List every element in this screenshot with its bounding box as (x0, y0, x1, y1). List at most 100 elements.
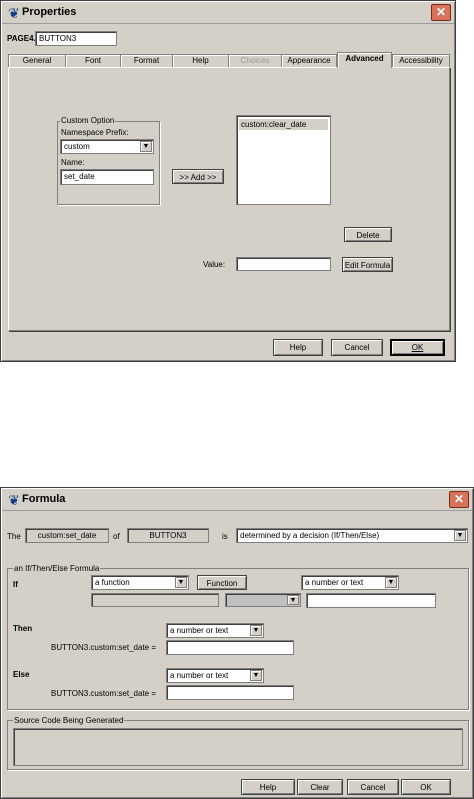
page-label: PAGE4. (7, 34, 36, 43)
is-label: is (222, 532, 228, 541)
tab-help-label: Help (192, 56, 209, 65)
namespace-prefix-label: Namespace Prefix: (61, 128, 129, 137)
if-select-left-value: a function (95, 578, 130, 587)
properties-titlebar[interactable]: ❦ Properties ✕ (2, 2, 454, 24)
edit-formula-button[interactable]: Edit Formula (342, 257, 393, 272)
chevron-down-icon[interactable]: ▼ (385, 577, 397, 588)
decision-select-value: determined by a decision (If/Then/Else) (240, 531, 380, 540)
chevron-down-icon[interactable]: ▼ (175, 577, 187, 588)
properties-cancel-label: Cancel (344, 343, 370, 352)
else-select[interactable]: a number or text ▼ (166, 668, 264, 683)
namespace-prefix-select[interactable]: custom ▼ (60, 139, 154, 154)
formula-title: Formula (22, 493, 66, 505)
value-label: Value: (203, 260, 226, 269)
if-then-else-caption: an If/Then/Else Formula (13, 564, 101, 573)
formula-ok-button[interactable]: OK (401, 779, 451, 795)
option-name-field: custom:set_date (25, 528, 109, 543)
if-select-left[interactable]: a function ▼ (91, 575, 189, 590)
tab-format[interactable]: Format (120, 54, 173, 67)
tab-general[interactable]: General (8, 54, 66, 67)
formula-item-name-value: BUTTON3 (149, 531, 187, 540)
then-select-value: a number or text (170, 626, 229, 635)
tab-format-label: Format (133, 56, 160, 65)
close-icon[interactable]: ✕ (431, 4, 451, 21)
list-item-label: custom:clear_date (241, 120, 307, 129)
value-input[interactable] (236, 257, 331, 271)
chevron-down-icon[interactable]: ▼ (454, 530, 466, 541)
chevron-down-icon[interactable]: ▼ (250, 625, 262, 636)
custom-options-list[interactable]: custom:clear_date (236, 115, 331, 205)
tab-appearance-label: Appearance (287, 56, 331, 65)
app-logo-icon: ❦ (8, 5, 20, 21)
tab-accessibility[interactable]: Accessibility (392, 54, 450, 67)
list-item[interactable]: custom:clear_date (239, 119, 328, 130)
properties-dialog: ❦ Properties ✕ PAGE4. BUTTON3 General Fo… (0, 0, 456, 362)
formula-cancel-button[interactable]: Cancel (347, 779, 399, 795)
formula-dialog: ❦ Formula ✕ The custom:set_date of BUTTO… (0, 487, 474, 799)
function-button-label: Function (206, 579, 238, 588)
app-logo-icon: ❦ (8, 492, 20, 508)
of-label: of (113, 532, 120, 541)
tab-accessibility-label: Accessibility (399, 56, 443, 65)
formula-help-button[interactable]: Help (241, 779, 295, 795)
name-input-value: set_date (64, 172, 95, 181)
edit-formula-button-label: Edit Formula (344, 261, 391, 270)
name-label: Name: (61, 158, 85, 167)
item-name-field[interactable]: BUTTON3 (35, 31, 117, 46)
properties-title: Properties (22, 6, 77, 18)
delete-button[interactable]: Delete (344, 227, 392, 242)
then-expression-label: BUTTON3.custom:set_date = (51, 643, 157, 652)
tab-general-label: General (22, 56, 52, 65)
properties-help-label: Help (289, 343, 307, 352)
source-code-area (13, 728, 463, 766)
properties-ok-label: OK (411, 343, 424, 352)
if-select-right[interactable]: a number or text ▼ (301, 575, 399, 590)
properties-help-button[interactable]: Help (273, 339, 323, 356)
formula-titlebar[interactable]: ❦ Formula ✕ (2, 489, 472, 511)
namespace-prefix-value: custom (64, 142, 90, 151)
properties-cancel-button[interactable]: Cancel (331, 339, 383, 356)
close-icon[interactable]: ✕ (449, 491, 469, 508)
if-left-operand-field (91, 593, 219, 607)
formula-clear-button[interactable]: Clear (297, 779, 343, 795)
properties-ok-button[interactable]: OK (390, 339, 445, 356)
else-select-value: a number or text (170, 671, 229, 680)
else-label: Else (13, 670, 30, 679)
add-button[interactable]: >> Add >> (172, 169, 224, 184)
add-button-label: >> Add >> (179, 173, 217, 182)
formula-help-label: Help (259, 783, 277, 792)
tab-font-label: Font (84, 56, 101, 65)
if-operator-select[interactable]: ▼ (225, 593, 301, 607)
formula-ok-label: OK (420, 783, 432, 792)
then-label: Then (13, 624, 33, 633)
else-expression-label: BUTTON3.custom:set_date = (51, 689, 157, 698)
if-select-right-value: a number or text (305, 578, 364, 587)
delete-button-label: Delete (356, 231, 380, 240)
if-label: If (13, 580, 18, 589)
option-name-value: custom:set_date (37, 531, 97, 540)
else-value-input[interactable] (166, 685, 294, 700)
function-button[interactable]: Function (197, 575, 247, 590)
custom-option-caption: Custom Option (60, 116, 116, 125)
tab-help[interactable]: Help (172, 54, 229, 67)
chevron-down-icon[interactable]: ▼ (250, 670, 262, 681)
decision-select[interactable]: determined by a decision (If/Then/Else) … (236, 528, 468, 543)
chevron-down-icon[interactable]: ▼ (140, 141, 152, 152)
tab-choices-label: Choices (240, 56, 270, 65)
name-input[interactable]: set_date (60, 169, 154, 185)
formula-item-name-field: BUTTON3 (127, 528, 209, 543)
if-right-operand-input[interactable] (306, 593, 436, 608)
tab-choices[interactable]: Choices (228, 54, 282, 67)
tab-appearance[interactable]: Appearance (281, 54, 337, 67)
the-label: The (7, 532, 21, 541)
tab-advanced[interactable]: Advanced (337, 52, 392, 68)
item-name-value: BUTTON3 (39, 34, 77, 43)
formula-cancel-label: Cancel (360, 783, 386, 792)
chevron-down-icon[interactable]: ▼ (287, 595, 299, 605)
tab-advanced-label: Advanced (345, 54, 384, 63)
tab-font[interactable]: Font (65, 54, 121, 67)
then-select[interactable]: a number or text ▼ (166, 623, 264, 638)
then-value-input[interactable] (166, 640, 294, 655)
formula-clear-label: Clear (310, 783, 330, 792)
source-code-caption: Source Code Being Generated (13, 716, 125, 725)
